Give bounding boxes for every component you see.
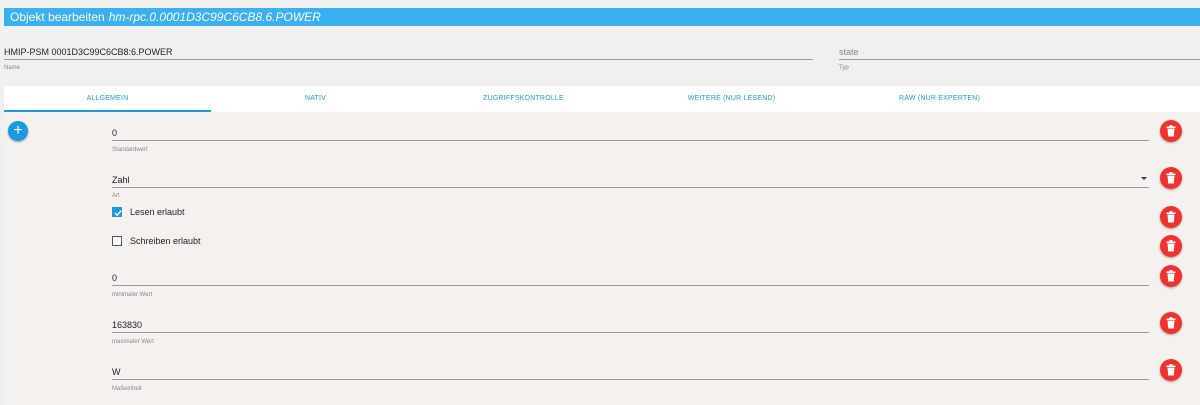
trash-icon — [1166, 211, 1176, 223]
read-allowed-checkbox[interactable] — [112, 207, 122, 217]
name-input[interactable]: HMIP-PSM 0001D3C99C6CB8:6.POWER — [4, 45, 813, 59]
max-value-input[interactable]: 163830 — [112, 318, 1149, 332]
trash-icon — [1166, 172, 1176, 184]
delete-max-button[interactable] — [1160, 312, 1182, 334]
trash-icon — [1166, 317, 1176, 329]
trash-icon — [1166, 125, 1176, 137]
min-value-field[interactable]: 0 minimaler Wert — [112, 271, 1149, 298]
name-label: Name — [4, 65, 21, 71]
min-value-underline — [112, 285, 1149, 286]
type-select[interactable]: Zahl — [112, 173, 1149, 187]
trash-icon — [1166, 240, 1176, 252]
delete-default-value-button[interactable] — [1160, 120, 1182, 142]
tab-zugriffskontrolle[interactable]: ZUGRIFFSKONTROLLE — [420, 86, 627, 112]
dropdown-arrow-icon — [1141, 177, 1147, 180]
type-select-value: Zahl — [112, 175, 130, 185]
checkmark-icon — [114, 210, 122, 217]
max-value-underline — [112, 332, 1149, 333]
tab-weitere[interactable]: WEITERE (NUR LESEND) — [628, 86, 835, 112]
default-value-input[interactable]: 0 — [112, 126, 1149, 140]
type-field[interactable]: state Typ — [839, 45, 1200, 71]
unit-label: Maßeinheit — [112, 386, 142, 392]
default-value-underline — [112, 140, 1149, 141]
tab-raw[interactable]: RAW (NUR EXPERTEN) — [836, 86, 1043, 112]
name-field[interactable]: HMIP-PSM 0001D3C99C6CB8:6.POWER Name — [4, 45, 813, 71]
delete-unit-button[interactable] — [1160, 359, 1182, 381]
tab-allgemein[interactable]: ALLGEMEIN — [4, 86, 211, 112]
tab-bar: ALLGEMEIN NATIV ZUGRIFFSKONTROLLE WEITER… — [4, 86, 1200, 112]
write-allowed-label: Schreiben erlaubt — [130, 236, 201, 246]
type-label: Typ — [839, 65, 849, 71]
delete-write-button[interactable] — [1160, 235, 1182, 257]
type-select-field[interactable]: Zahl Art — [112, 173, 1149, 199]
read-allowed-label: Lesen erlaubt — [130, 207, 185, 217]
max-value-label: maximaler Wert — [112, 339, 154, 345]
name-underline — [4, 59, 813, 60]
type-underline — [839, 59, 1200, 60]
delete-type-button[interactable] — [1160, 167, 1182, 189]
unit-input[interactable]: W — [112, 365, 1149, 379]
min-value-input[interactable]: 0 — [112, 271, 1149, 285]
default-value-field[interactable]: 0 Standardwert — [112, 126, 1149, 153]
tab-nativ[interactable]: NATIV — [212, 86, 419, 112]
delete-min-button[interactable] — [1160, 265, 1182, 287]
add-button[interactable]: + — [8, 121, 28, 141]
tab-content — [4, 112, 1200, 405]
write-allowed-checkbox[interactable] — [112, 236, 122, 246]
dialog-title-bar: Objekt bearbeiten hm-rpc.0.0001D3C99C6CB8… — [4, 8, 1200, 26]
plus-icon: + — [13, 122, 23, 139]
unit-underline — [112, 379, 1149, 380]
delete-read-button[interactable] — [1160, 206, 1182, 228]
max-value-field[interactable]: 163830 maximaler Wert — [112, 318, 1149, 345]
trash-icon — [1166, 364, 1176, 376]
default-value-label: Standardwert — [112, 147, 148, 153]
type-input[interactable]: state — [839, 45, 1200, 59]
type-select-label: Art — [112, 193, 120, 199]
type-select-underline — [112, 187, 1149, 188]
trash-icon — [1166, 270, 1176, 282]
min-value-label: minimaler Wert — [112, 292, 153, 298]
unit-field[interactable]: W Maßeinheit — [112, 365, 1149, 392]
object-id: hm-rpc.0.0001D3C99C6CB8.6.POWER — [108, 10, 321, 24]
dialog-title: Objekt bearbeiten — [10, 10, 105, 24]
